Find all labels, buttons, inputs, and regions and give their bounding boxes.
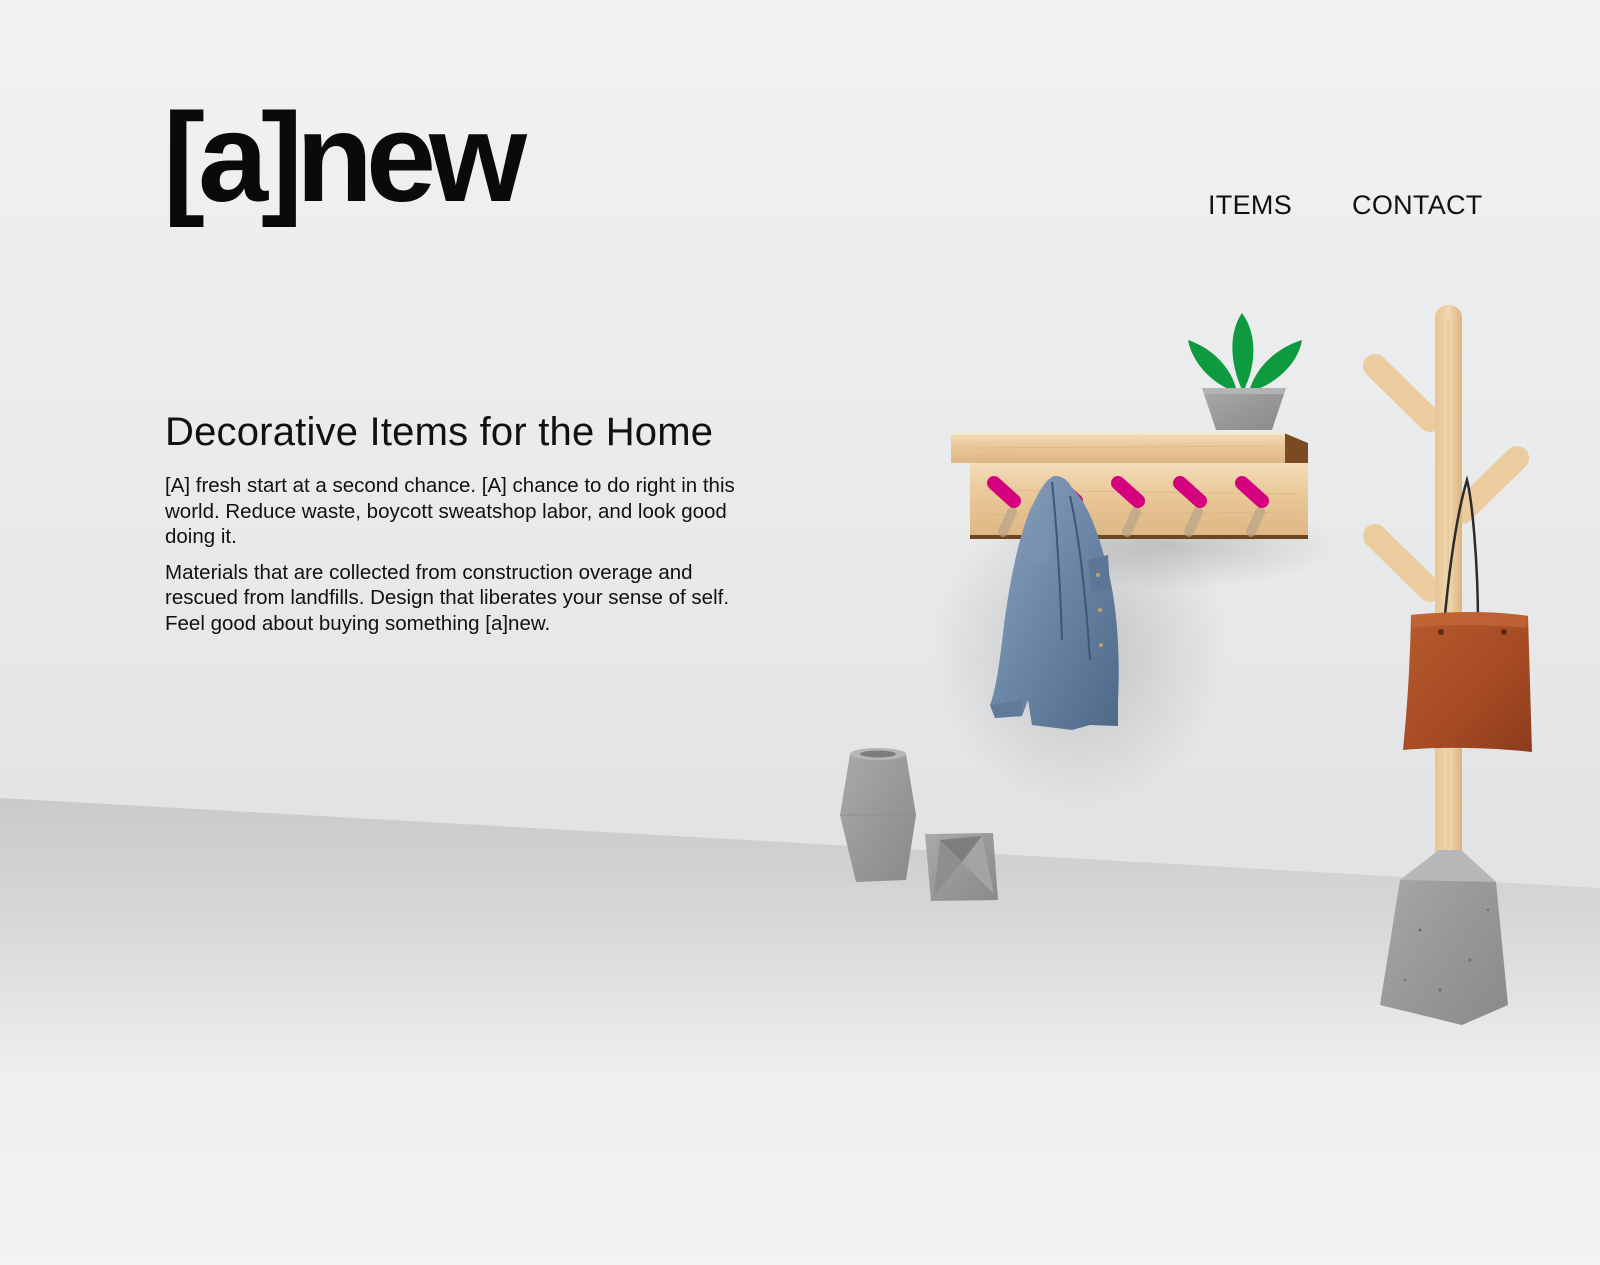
plant-leaf-center — [1232, 313, 1254, 392]
plant-pot — [1202, 388, 1286, 430]
concrete-vase[interactable] — [840, 748, 916, 882]
product-illustration — [840, 305, 1532, 1025]
potted-plant[interactable] — [1188, 313, 1302, 430]
wall-shelf-with-hooks[interactable] — [951, 433, 1308, 539]
plant-leaf-right — [1249, 340, 1302, 392]
plant-leaf-left — [1188, 340, 1237, 392]
concrete-planter[interactable] — [925, 833, 998, 901]
